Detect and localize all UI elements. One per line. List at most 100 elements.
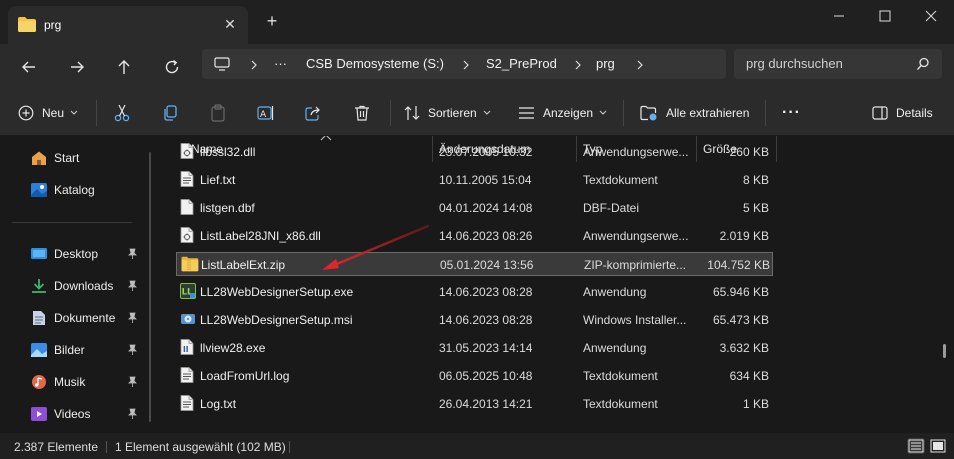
rename-button[interactable]: A [257,102,275,124]
file-type: Windows Installer... [583,313,687,327]
file-name: LoadFromUrl.log [200,369,290,383]
file-name: listgen.dbf [200,201,255,215]
red-annotation-arrow [322,224,430,270]
up-button[interactable] [111,54,137,80]
generic-file-icon [180,199,194,218]
table-row-selected[interactable]: ListLabelExt.zip 05.01.2024 13:56 ZIP-ko… [176,252,773,276]
copy-button[interactable] [162,102,178,124]
breadcrumb-s2-preprod[interactable]: S2_PreProd [486,56,557,71]
new-button[interactable]: Neu [18,102,78,124]
pin-icon[interactable] [126,280,138,295]
table-row[interactable]: listgen.dbf 04.01.2024 14:08 DBF-Datei 5… [176,196,773,220]
file-list-scrollbar[interactable] [943,344,946,358]
file-type: Anwendungserwe... [583,145,689,159]
file-name: Log.txt [200,397,237,411]
file-name: libssl32.dll [200,145,256,159]
pin-icon[interactable] [126,408,138,423]
details-view-button[interactable] [907,438,925,454]
close-window-button[interactable] [908,0,954,32]
computer-icon [214,56,230,75]
clipboard-icon [211,104,225,122]
new-tab-button[interactable]: + [262,12,282,32]
setup-exe-icon: LL [180,283,196,302]
arrow-left-icon [22,61,35,73]
minimize-button[interactable] [816,0,862,32]
chevron-right-icon[interactable] [462,59,470,73]
svg-text:A: A [260,110,267,120]
file-date: 26.04.2013 14:21 [439,397,533,411]
search-box[interactable]: prg durchsuchen [734,49,942,79]
pictures-icon [31,343,47,357]
sidebar-item-musik[interactable]: Musik [30,370,85,394]
view-label: Anzeigen [543,106,594,120]
back-button[interactable] [16,54,42,80]
pin-icon[interactable] [126,248,138,263]
desktop-icon [31,248,47,259]
breadcrumb-drive[interactable]: CSB Demosysteme (S:) [306,56,444,71]
breadcrumb-overflow[interactable]: ··· [274,56,287,71]
delete-button[interactable] [354,102,370,124]
view-button[interactable]: Anzeigen [518,102,607,124]
file-date: 14.06.2023 08:28 [439,313,533,327]
table-row[interactable]: libssl32.dll 23.07.2005 10:32 Anwendungs… [176,140,773,164]
pin-icon[interactable] [126,344,138,359]
sidebar-scrollbar[interactable] [149,152,151,422]
close-tab-icon[interactable]: ✕ [220,14,240,34]
sidebar-item-label: Downloads [54,279,114,293]
chevron-down-icon [599,110,607,115]
sidebar-item-label: Dokumente [54,311,116,325]
pin-icon[interactable] [126,312,138,327]
sort-button[interactable]: Sortieren [404,102,491,124]
table-row[interactable]: LL LL28WebDesignerSetup.exe 14.06.2023 0… [176,280,773,304]
share-button[interactable] [305,102,321,124]
search-input[interactable]: prg durchsuchen [746,56,843,71]
item-count: 2.387 Elemente [14,440,99,454]
column-divider[interactable] [776,136,777,162]
tiles-view-icon [930,439,946,453]
extract-all-button[interactable]: Alle extrahieren [640,102,749,124]
chevron-right-icon[interactable] [636,59,644,73]
sidebar-item-label: Videos [54,407,91,421]
sort-label: Sortieren [428,106,477,120]
pin-icon[interactable] [126,376,138,391]
table-row[interactable]: Lief.txt 10.11.2005 15:04 Textdokument 8… [176,168,773,192]
file-size: 1 KB [742,397,769,411]
details-view-icon [908,439,924,453]
toolbar-divider [765,100,766,126]
svg-text:ll: ll [183,345,189,354]
refresh-button[interactable] [159,54,185,80]
exe-icon: ll [180,339,194,358]
sidebar-item-dokumente[interactable]: Dokumente [30,306,115,330]
more-options-button[interactable]: ··· [782,102,801,124]
address-bar[interactable]: ··· CSB Demosysteme (S:) S2_PreProd prg [202,49,726,79]
details-pane-button[interactable]: Details [872,102,933,124]
file-list: Name Änderungsdatum Typ Größe libssl32.d… [160,136,954,433]
table-row[interactable]: Log.txt 26.04.2013 14:21 Textdokument 1 … [176,392,773,416]
gallery-icon [31,183,47,197]
sidebar-item-desktop[interactable]: Desktop [30,242,98,266]
chevron-right-icon[interactable] [574,59,582,73]
plus-circle-icon [18,105,34,121]
sidebar-item-bilder[interactable]: Bilder [30,338,85,362]
sidebar-item-start[interactable]: Start [30,146,79,170]
table-row[interactable]: LL28WebDesignerSetup.msi 14.06.2023 08:2… [176,308,773,332]
toolbar-divider [96,100,97,126]
breadcrumb-prg[interactable]: prg [596,56,615,71]
new-label: Neu [42,106,65,120]
maximize-button[interactable] [862,0,908,32]
file-size: 104.752 KB [707,258,770,272]
sidebar-item-downloads[interactable]: Downloads [30,274,113,298]
chevron-right-icon[interactable] [250,59,258,73]
cut-button[interactable] [114,102,130,124]
table-row[interactable]: ll llview28.exe 31.05.2023 14:14 Anwendu… [176,336,773,360]
table-row[interactable]: ListLabel28JNI_x86.dll 14.06.2023 08:26 … [176,224,773,248]
forward-button[interactable] [64,54,90,80]
home-icon [32,151,46,165]
tiles-view-button[interactable] [929,438,947,454]
tab-prg[interactable]: prg ✕ [8,6,248,44]
sidebar-item-katalog[interactable]: Katalog [30,178,95,202]
table-row[interactable]: LoadFromUrl.log 06.05.2025 10:48 Textdok… [176,364,773,388]
paste-button[interactable] [210,102,226,124]
sidebar-item-videos[interactable]: Videos [30,402,90,426]
search-icon[interactable] [916,57,930,74]
